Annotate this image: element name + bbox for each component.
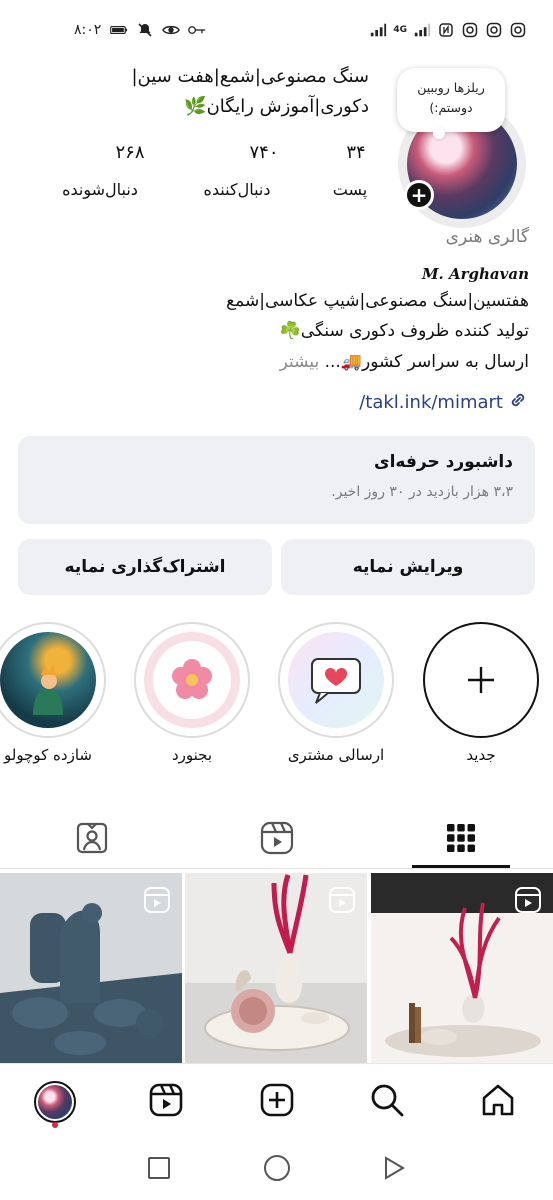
nav-profile[interactable] [31, 1078, 79, 1126]
highlight-ring[interactable] [278, 622, 394, 738]
stat-following-label[interactable]: دنبال‌شونده [40, 180, 160, 199]
highlight-new[interactable]: جدید [423, 622, 539, 764]
circle-home-icon [263, 1154, 291, 1186]
profile-name-line-2: دکوری|آموزش رایگان🌿 [184, 96, 369, 117]
status-right-icons: 4G [369, 22, 527, 38]
nav-create[interactable] [253, 1078, 301, 1126]
tab-tagged[interactable] [42, 812, 142, 868]
nfc-icon [437, 22, 455, 38]
instagram-icon [461, 22, 479, 38]
grid-post[interactable] [371, 873, 553, 1063]
bio-signature: M. Arghavan [421, 265, 529, 283]
tabs-divider [0, 868, 553, 869]
tab-reels[interactable] [227, 812, 327, 868]
status-bar: ۸:۰۲ 4G [0, 0, 553, 56]
nav-search[interactable] [363, 1078, 411, 1126]
key-icon [188, 22, 206, 38]
back-button[interactable] [379, 1155, 409, 1185]
mute-icon [136, 22, 154, 38]
professional-dashboard[interactable]: داشبورد حرفه‌ای ۳،۳ هزار بازدید در ۳۰ رو… [18, 436, 535, 524]
nav-home[interactable] [474, 1078, 522, 1126]
instagram-icon [485, 22, 503, 38]
highlight-label: جدید [466, 746, 496, 764]
grid-icon [446, 823, 476, 857]
grid-post[interactable] [185, 873, 367, 1063]
nav-reels[interactable] [142, 1078, 190, 1126]
grid-post[interactable] [0, 873, 182, 1063]
highlight-bojnourd[interactable]: بجنورد [134, 622, 250, 764]
highlight-little-prince[interactable]: شازده کوچولو [0, 622, 106, 764]
signal-icon [369, 22, 387, 38]
stat-followers-value[interactable]: ۷۴۰ [214, 142, 314, 163]
profile-note[interactable]: ریلزها روببین دوستم:) [397, 68, 505, 139]
search-icon [369, 1082, 405, 1122]
message-heart-icon [288, 632, 384, 728]
highlight-label: ارسالی مشتری [287, 746, 385, 764]
signal-icon [413, 22, 431, 38]
profile-category: گالری هنری [445, 227, 529, 247]
dashboard-title: داشبورد حرفه‌ای [374, 452, 513, 472]
link-icon [507, 389, 529, 416]
highlight-label: شازده کوچولو [4, 746, 92, 764]
reels-icon [329, 887, 355, 913]
highlight-ring[interactable] [134, 622, 250, 738]
instagram-icon [509, 22, 527, 38]
add-post-icon [259, 1082, 295, 1122]
stat-posts-label[interactable]: پست [290, 180, 410, 199]
little-prince-image [0, 632, 96, 728]
stat-followers-label[interactable]: دنبال‌کننده [177, 180, 297, 199]
recents-button[interactable] [144, 1155, 174, 1185]
stat-following-value[interactable]: ۲۶۸ [80, 142, 180, 163]
highlight-customer[interactable]: ارسالی مشتری [278, 622, 394, 764]
home-button[interactable] [262, 1155, 292, 1185]
stat-posts-value[interactable]: ۳۴ [306, 142, 406, 163]
reels-icon [144, 887, 170, 913]
profile-name-line-1: سنگ مصنوعی|شمع|هفت سین| [131, 66, 369, 87]
battery-icon [110, 22, 128, 38]
bio-line-1: هفتسین|سنگ مصنوعی|شیپ عکاسی|شمع [226, 291, 529, 311]
system-navigation [0, 1139, 553, 1200]
highlight-ring[interactable] [0, 622, 106, 738]
eye-icon [162, 22, 180, 38]
bio-link-text[interactable]: /takl.ink/mimart [359, 392, 503, 413]
notification-dot [52, 1122, 58, 1128]
status-left-icons [110, 22, 206, 38]
highlight-new-ring[interactable] [423, 622, 539, 738]
bio-line-3: ارسال به سراسر کشور🚚... بیشتر [280, 352, 529, 372]
bio-line-3-text: ارسال به سراسر کشور🚚... [324, 352, 529, 372]
bio-line-2: تولید کننده ظروف دکوری سنگی☘️ [279, 321, 529, 341]
reels-icon [148, 1082, 184, 1122]
tagged-icon [75, 821, 109, 859]
bio-more-link[interactable]: بیشتر [280, 352, 320, 372]
network-type-label: 4G [393, 25, 407, 35]
reels-icon [515, 887, 541, 913]
avatar [34, 1081, 76, 1123]
square-recents-icon [147, 1156, 171, 1184]
status-time: ۸:۰۲ [74, 22, 102, 38]
active-tab-indicator [412, 865, 510, 868]
tab-grid[interactable] [411, 812, 511, 868]
dashboard-subtitle: ۳،۳ هزار بازدید در ۳۰ روز اخیر. [331, 484, 513, 500]
bottom-navigation [0, 1063, 553, 1139]
share-profile-button[interactable]: اشتراک‌گذاری نمایه [18, 539, 272, 595]
home-icon [480, 1082, 516, 1122]
highlight-label: بجنورد [171, 746, 213, 764]
reels-icon [260, 821, 294, 859]
flower-icon [144, 632, 240, 728]
bio-link[interactable]: /takl.ink/mimart [359, 389, 529, 416]
plus-icon [433, 632, 529, 728]
edit-profile-button[interactable]: ویرایش نمایه [281, 539, 535, 595]
back-icon [381, 1155, 407, 1185]
